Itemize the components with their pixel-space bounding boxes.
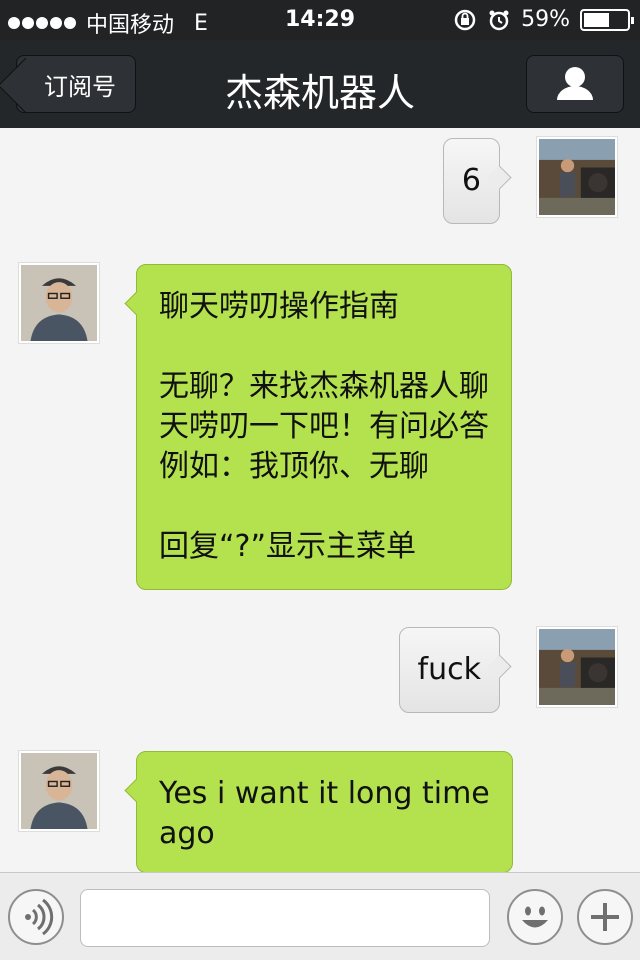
message-line xyxy=(159,327,489,367)
person-icon xyxy=(557,67,593,100)
voice-icon xyxy=(25,898,54,936)
status-bar: 中国移动 E 14:29 59% xyxy=(0,0,640,40)
bot-avatar[interactable] xyxy=(18,750,100,832)
status-right: 59% xyxy=(453,7,634,32)
avatar-photo-person xyxy=(21,265,97,341)
message-line: 无聊？来找杰森机器人聊 xyxy=(159,369,489,404)
emoji-button[interactable] xyxy=(507,889,563,945)
add-button[interactable] xyxy=(577,889,633,945)
back-button-label: 订阅号 xyxy=(44,72,116,101)
battery-icon xyxy=(580,8,634,31)
avatar-photo-person xyxy=(21,753,97,829)
page-title: 杰森机器人 xyxy=(224,71,415,115)
chat-area[interactable]: 6 聊天唠叨操作指南 无聊？来找杰森机器人聊 天唠叨一下吧！有问必答 例如：我顶… xyxy=(0,128,640,872)
orientation-lock-icon xyxy=(454,9,476,30)
message-line: Yes i want it long time xyxy=(159,776,490,811)
message-bubble-incoming[interactable]: Yes i want it long time ago xyxy=(136,751,513,872)
avatar-photo-train xyxy=(539,629,615,705)
message-bubble-outgoing[interactable]: 6 xyxy=(442,138,500,224)
message-line: 天唠叨一下吧！有问必答 xyxy=(159,409,489,444)
my-avatar[interactable] xyxy=(536,626,618,708)
message-bubble-incoming[interactable]: 聊天唠叨操作指南 无聊？来找杰森机器人聊 天唠叨一下吧！有问必答 例如：我顶你、… xyxy=(136,264,512,590)
message-line: ago xyxy=(159,816,215,851)
profile-button[interactable] xyxy=(526,55,624,113)
battery-fill xyxy=(584,12,609,27)
message-line: 例如：我顶你、无聊 xyxy=(159,449,429,484)
message-line: 6 xyxy=(461,163,481,198)
input-toolbar xyxy=(0,872,640,960)
message-line: 回复“?”显示主菜单 xyxy=(159,529,417,564)
avatar-photo-train xyxy=(539,139,615,215)
navigation-bar: 订阅号 杰森机器人 xyxy=(0,40,640,128)
back-button[interactable]: 订阅号 xyxy=(16,55,136,113)
message-input[interactable] xyxy=(80,889,490,947)
alarm-icon xyxy=(489,10,509,30)
my-avatar[interactable] xyxy=(536,136,618,218)
voice-button[interactable] xyxy=(8,889,64,945)
message-line xyxy=(159,487,489,527)
emoji-icon xyxy=(522,906,548,928)
message-line: 聊天唠叨操作指南 xyxy=(159,289,399,324)
battery-percent: 59% xyxy=(521,7,570,32)
message-line: fuck xyxy=(417,652,481,687)
bot-avatar[interactable] xyxy=(18,262,100,344)
message-bubble-outgoing[interactable]: fuck xyxy=(398,627,500,713)
plus-icon xyxy=(591,903,619,931)
